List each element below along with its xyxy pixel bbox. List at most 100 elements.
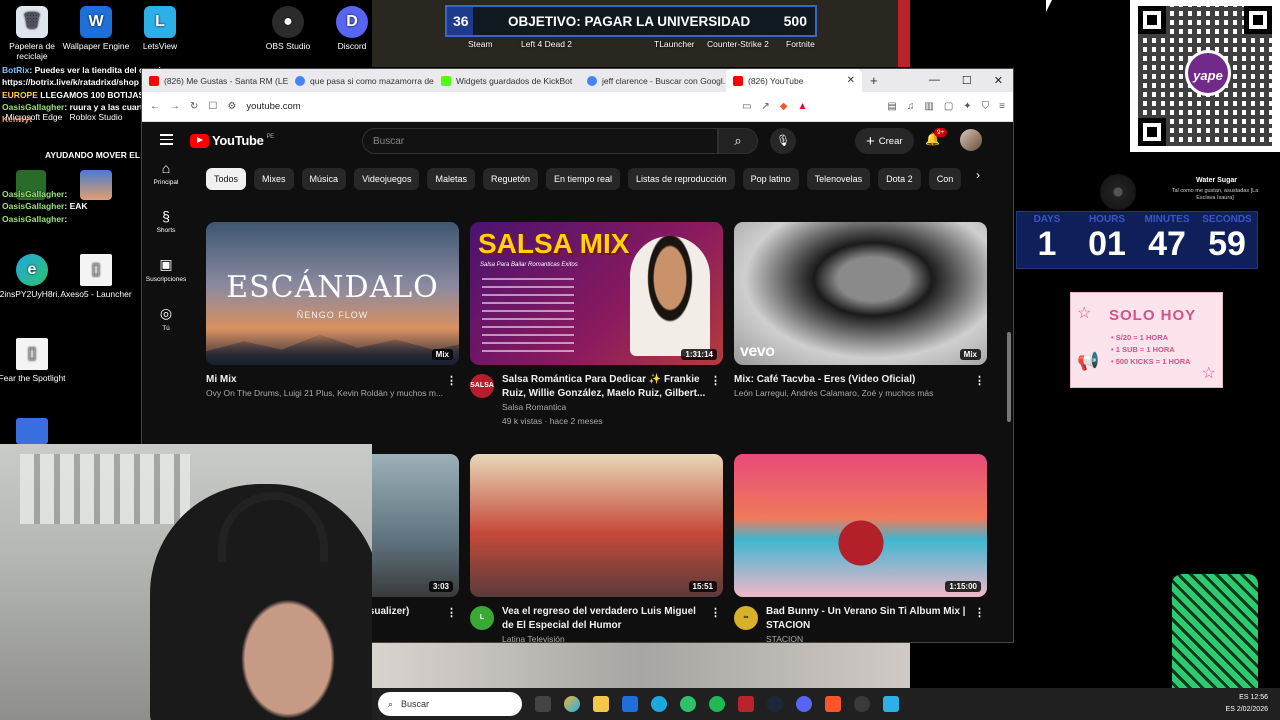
clock[interactable]: ES 2/02/2026 — [1226, 704, 1268, 716]
video-card[interactable]: 15:51 L Vea el regreso del verdadero Lui… — [470, 454, 723, 642]
more-options-icon[interactable]: ⋮ — [446, 374, 457, 387]
cs2-label[interactable]: Counter-Strike 2 — [707, 39, 769, 49]
music-icon[interactable]: ♫ — [907, 101, 915, 112]
more-options-icon[interactable]: ⋮ — [974, 606, 985, 619]
chip-maletas[interactable]: Maletas — [427, 168, 475, 190]
nav-you[interactable]: ◎ Tú — [142, 305, 190, 332]
video-title[interactable]: Salsa Romántica Para Dedicar ✨ Frankie R… — [502, 373, 723, 401]
video-title[interactable]: Bad Bunny - Un Verano Sin Ti Album Mix |… — [766, 605, 987, 633]
edge-shortcut-icon[interactable]: e 2insPY2UyH8ri... — [0, 254, 68, 299]
search-button[interactable]: ⌕ — [718, 128, 758, 154]
ai-icon[interactable]: ✦ — [963, 101, 971, 112]
nav-home[interactable]: ⌂ Principal — [142, 160, 190, 186]
back-icon[interactable]: ← — [150, 101, 160, 112]
browser-tab[interactable]: (826) Me Gustas - Santa RM (LE... — [142, 69, 288, 92]
roblox-studio-icon[interactable]: Roblox Studio — [60, 112, 132, 122]
edge-icon[interactable] — [651, 696, 667, 712]
obs-icon[interactable] — [854, 696, 870, 712]
browser-tab-active[interactable]: (826) YouTube ✕ — [726, 69, 862, 92]
recycle-bin-icon[interactable]: 🗑 Papelera de reciclaje — [0, 6, 68, 61]
video-title[interactable]: Mix: Café Tacvba - Eres (Video Oficial) — [734, 373, 987, 387]
avatar[interactable] — [960, 129, 982, 151]
search-input[interactable]: Buscar — [362, 128, 718, 154]
video-title[interactable]: Mi Mix — [206, 373, 459, 387]
spotify-icon[interactable] — [709, 696, 725, 712]
more-options-icon[interactable]: ⋮ — [710, 374, 721, 387]
youtube-logo[interactable]: YouTube PE — [190, 133, 274, 148]
video-thumbnail[interactable]: vevo Mix — [734, 222, 987, 365]
chip-mixes[interactable]: Mixes — [254, 168, 294, 190]
fear-the-spotlight-icon[interactable]: ▯ Fear the Spotlight — [0, 338, 68, 383]
chip-todos[interactable]: Todos — [206, 168, 247, 190]
video-thumbnail[interactable]: ESCÁNDALO ÑENGO FLOW Mix — [206, 222, 459, 365]
chip-videojuegos[interactable]: Videojuegos — [354, 168, 420, 190]
channel-avatar[interactable]: ∞ — [734, 606, 758, 630]
video-card[interactable]: ESCÁNDALO ÑENGO FLOW Mix Mi Mix Ovy On T… — [206, 222, 459, 401]
steam-label[interactable]: Steam — [468, 39, 493, 49]
video-thumbnail[interactable]: 1:15:00 — [734, 454, 987, 597]
channel-avatar[interactable]: L — [470, 606, 494, 630]
brave-shield-icon[interactable]: ◆ — [780, 101, 788, 112]
close-button[interactable]: ✕ — [994, 74, 1003, 87]
copilot-icon[interactable] — [564, 696, 580, 712]
taskbar-search[interactable]: ⌕ Buscar — [378, 692, 522, 716]
site-info-icon[interactable]: ⚙ — [227, 101, 236, 112]
tlauncher-label[interactable]: TLauncher — [654, 39, 695, 49]
wallpaper-engine-icon[interactable]: W Wallpaper Engine — [60, 6, 132, 51]
chip-en-tiempo-real[interactable]: En tiempo real — [546, 168, 621, 190]
chip-musica[interactable]: Música — [301, 168, 347, 190]
more-options-icon[interactable]: ⋮ — [710, 606, 721, 619]
video-thumbnail[interactable]: SALSA MIX Salsa Para Bailar Romanticas E… — [470, 222, 723, 365]
l4d2-label[interactable]: Left 4 Dead 2 — [521, 39, 572, 49]
roblox-icon[interactable] — [16, 418, 48, 444]
vpn-icon[interactable]: ⛉ — [982, 101, 990, 112]
discord-icon[interactable] — [796, 696, 812, 712]
panel-icon[interactable]: ▥ — [924, 101, 933, 112]
minimize-button[interactable]: — — [929, 74, 940, 87]
chip-regueton[interactable]: Reguetón — [482, 168, 539, 190]
store-icon[interactable] — [622, 696, 638, 712]
channel-name[interactable]: STACION — [766, 633, 987, 642]
letsview-icon[interactable]: L LetsView — [124, 6, 196, 51]
video-title[interactable]: Vea el regreso del verdadero Luis Miguel… — [502, 605, 723, 633]
create-button[interactable]: + Crear — [855, 128, 914, 154]
keyboard-language[interactable]: ES 12:56 — [1226, 692, 1268, 704]
chip-listas[interactable]: Listas de reproducción — [628, 168, 735, 190]
url-field[interactable]: youtube.com — [246, 101, 732, 112]
hamburger-menu-icon[interactable] — [160, 134, 173, 148]
nav-shorts[interactable]: § Shorts — [142, 208, 190, 234]
brave-rewards-icon[interactable]: ▲ — [798, 101, 808, 112]
whatsapp-icon[interactable] — [680, 696, 696, 712]
axeso5-icon[interactable]: ▯ Axeso5 - Launcher — [60, 254, 132, 299]
voice-search-button[interactable]: 🎙 — [770, 128, 796, 154]
task-view-icon[interactable] — [535, 696, 551, 712]
reload-icon[interactable]: ↻ — [190, 101, 198, 112]
chip-dota2[interactable]: Dota 2 — [878, 168, 921, 190]
more-options-icon[interactable]: ⋮ — [974, 374, 985, 387]
cast-icon[interactable]: ▭ — [742, 101, 751, 112]
new-tab-icon[interactable]: + — [862, 73, 886, 88]
forward-icon[interactable]: → — [170, 101, 180, 112]
close-tab-icon[interactable]: ✕ — [847, 75, 855, 86]
bookmark-icon[interactable]: ☐ — [208, 101, 217, 112]
file-explorer-icon[interactable] — [593, 696, 609, 712]
wallet-icon[interactable]: ▢ — [944, 101, 953, 112]
channel-avatar[interactable]: SALSA — [470, 374, 494, 398]
channel-name[interactable]: Salsa Romantica — [502, 401, 723, 415]
nav-subscriptions[interactable]: ▣ Suscripciones — [142, 256, 190, 283]
notepad-icon[interactable] — [883, 696, 899, 712]
chevron-right-icon[interactable]: › — [976, 168, 980, 182]
maximize-button[interactable]: ☐ — [962, 74, 972, 87]
chip-telenovelas[interactable]: Telenovelas — [806, 168, 871, 190]
chip-pop-latino[interactable]: Pop latino — [742, 168, 799, 190]
video-card[interactable]: 1:15:00 ∞ Bad Bunny - Un Verano Sin Ti A… — [734, 454, 987, 642]
chip-con[interactable]: Con — [928, 168, 962, 190]
browser-tab[interactable]: jeff clarence - Buscar con Googl... — [580, 69, 726, 92]
browser-tab[interactable]: que pasa si como mazamorra de... — [288, 69, 434, 92]
brave-icon[interactable] — [825, 696, 841, 712]
obs-studio-icon[interactable]: ● OBS Studio — [252, 6, 324, 51]
steam-icon[interactable] — [767, 696, 783, 712]
browser-tab[interactable]: Widgets guardados de KickBot — [434, 69, 580, 92]
sidebar-icon[interactable]: ▤ — [887, 101, 896, 112]
scrollbar-thumb[interactable] — [1007, 332, 1011, 422]
